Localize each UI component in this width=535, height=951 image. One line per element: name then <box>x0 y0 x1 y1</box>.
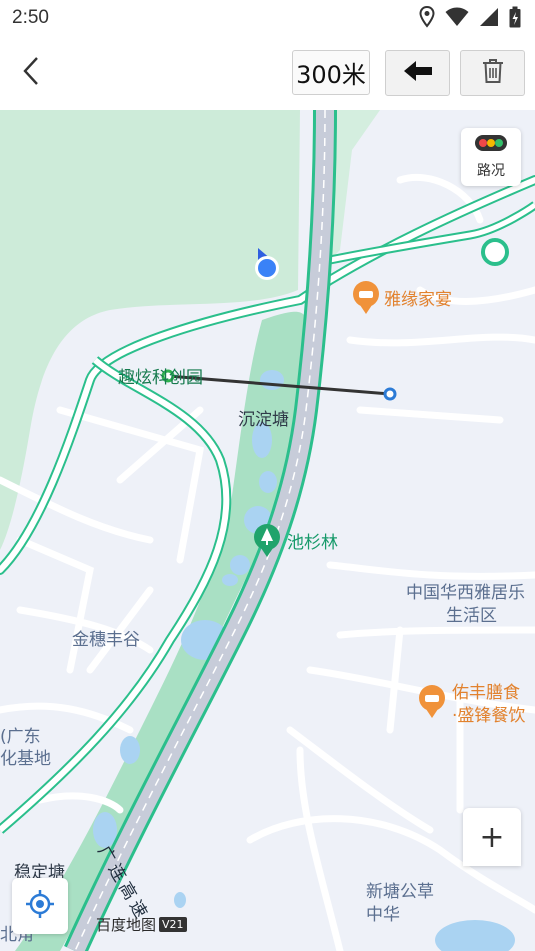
traffic-toggle-button[interactable]: 路况 <box>461 128 521 186</box>
crosshair-icon <box>25 889 55 923</box>
restaurant-pin-icon-2 <box>419 685 445 718</box>
delete-button[interactable] <box>460 50 525 96</box>
status-icons <box>419 5 521 32</box>
measure-point-end <box>383 387 397 401</box>
arrow-left-icon <box>403 60 433 86</box>
label-jinsuifenggu[interactable]: 金穗丰谷 <box>72 625 140 650</box>
trash-icon <box>481 58 505 88</box>
location-icon <box>419 5 435 32</box>
label-youfeng[interactable]: 佑丰膳食 <box>452 678 520 703</box>
battery-icon <box>509 6 521 32</box>
status-bar: 2:50 <box>0 0 535 36</box>
logo-version: V21 <box>159 917 187 932</box>
label-quxuan[interactable]: 趣炫科创园 <box>118 363 203 388</box>
label-chendiantang[interactable]: 沉淀塘 <box>238 405 289 430</box>
locate-button[interactable] <box>12 878 68 934</box>
label-zhongguo-huaxi[interactable]: 中国华西雅居乐 <box>406 578 525 603</box>
label-zhonghua[interactable]: 中华 <box>366 900 400 925</box>
restaurant-pin-icon <box>353 281 379 314</box>
label-shenghuoqu[interactable]: 生活区 <box>446 601 497 626</box>
label-jidi[interactable]: 化基地 <box>0 744 51 769</box>
undo-button[interactable] <box>385 50 450 96</box>
map-view[interactable]: 趣炫科创园 沉淀塘 池杉林 雅缘家宴 中国华西雅居乐 生活区 金穗丰谷 佑丰膳食… <box>0 110 535 951</box>
label-shengfeng[interactable]: ·盛锋餐饮 <box>452 701 525 726</box>
logo-text: 百度地图 <box>96 916 157 934</box>
label-xintang[interactable]: 新塘公草 <box>366 877 434 902</box>
toolbar: 300米 <box>0 36 535 110</box>
traffic-light-icon <box>474 134 508 156</box>
map-logo: 百度地图 V21 <box>96 914 187 935</box>
label-chishanlin[interactable]: 池杉林 <box>287 528 338 553</box>
traffic-label: 路况 <box>477 163 505 179</box>
status-time: 2:50 <box>12 7 49 28</box>
label-yayuan[interactable]: 雅缘家宴 <box>384 285 452 310</box>
wifi-icon <box>445 7 469 31</box>
back-button[interactable] <box>14 52 48 94</box>
map-canvas <box>0 110 535 951</box>
chevron-left-icon <box>22 56 40 90</box>
green-strip <box>330 110 380 260</box>
signal-icon <box>479 7 499 31</box>
distance-button[interactable]: 300米 <box>292 50 370 95</box>
zoom-in-button[interactable]: + <box>463 808 521 866</box>
